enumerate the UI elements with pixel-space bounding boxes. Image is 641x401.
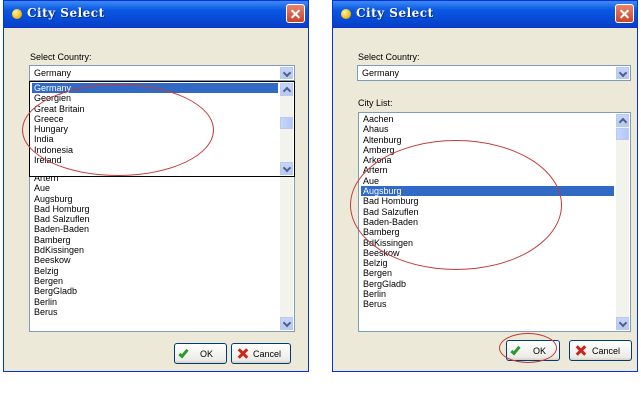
scroll-thumb[interactable]	[616, 128, 629, 140]
chevron-down-icon[interactable]	[280, 317, 293, 330]
list-item[interactable]: Altenburg	[361, 135, 614, 145]
list-item[interactable]: Augsburg	[361, 186, 614, 197]
list-item[interactable]: Bamberg	[32, 235, 278, 245]
close-icon[interactable]	[286, 4, 305, 23]
app-dot-icon	[12, 9, 22, 19]
list-item[interactable]: Augsburg	[32, 194, 278, 204]
check-icon	[510, 344, 521, 356]
country-combobox[interactable]: Germany	[29, 65, 295, 81]
list-item[interactable]: Bad Salzuflen	[361, 207, 614, 217]
check-icon	[178, 347, 189, 359]
cancel-button[interactable]: Cancel	[231, 343, 291, 364]
list-item[interactable]: Berus	[361, 299, 614, 309]
city-list-items: Artern Aue Augsburg Bad Homburg Bad Salzufle…	[32, 173, 278, 317]
ok-button[interactable]: OK	[174, 343, 227, 364]
list-item[interactable]: Bamberg	[361, 227, 614, 237]
cancel-x-icon	[575, 344, 587, 357]
chevron-down-icon[interactable]	[280, 162, 293, 175]
country-label: Select Country:	[30, 52, 92, 62]
list-item[interactable]: BergGladb	[32, 286, 278, 296]
city-list[interactable]: Aachen Ahaus Altenburg Amberg Arkona Artern Au…	[358, 112, 631, 332]
city-list-items: Aachen Ahaus Altenburg Amberg Arkona Artern Au…	[361, 114, 614, 310]
list-item[interactable]: Bergen	[361, 268, 614, 278]
city-list-label: City List:	[358, 98, 393, 108]
country-combobox[interactable]: Germany	[357, 65, 631, 81]
list-item[interactable]: Berus	[32, 307, 278, 317]
country-value: Germany	[34, 68, 72, 78]
cancel-label: Cancel	[253, 349, 282, 359]
chevron-up-icon[interactable]	[280, 83, 293, 96]
window-title: City Select	[356, 6, 434, 20]
list-item[interactable]: Aachen	[361, 114, 614, 124]
ok-label: OK	[200, 349, 214, 359]
list-item[interactable]: Greece	[32, 114, 278, 124]
list-item[interactable]: BdKissingen	[32, 245, 278, 255]
list-item[interactable]: Aue	[361, 176, 614, 186]
country-dropdown[interactable]: Germany Georgien Great Britain Greece Hungar…	[29, 81, 295, 177]
list-item[interactable]: Baden-Baden	[32, 224, 278, 234]
list-item[interactable]: Amberg	[361, 145, 614, 155]
ok-button[interactable]: OK	[506, 340, 560, 361]
country-options: Germany Georgien Great Britain Greece Hungar…	[32, 83, 278, 165]
list-item[interactable]: Bad Salzuflen	[32, 214, 278, 224]
chevron-down-icon[interactable]	[616, 317, 629, 330]
list-item[interactable]: Germany	[32, 83, 278, 94]
scroll-thumb[interactable]	[280, 117, 293, 129]
list-item[interactable]: Belzig	[32, 266, 278, 276]
window-title: City Select	[27, 6, 105, 20]
country-label: Select Country:	[358, 52, 420, 62]
country-value: Germany	[362, 68, 400, 78]
city-select-dialog-left: City Select Select Country: Germany Arte…	[3, 0, 309, 372]
list-item[interactable]: BdKissingen	[361, 238, 614, 248]
list-item[interactable]: Hungary	[32, 124, 278, 134]
list-item[interactable]: Belzig	[361, 258, 614, 268]
cancel-label: Cancel	[592, 346, 621, 356]
cancel-button[interactable]: Cancel	[569, 340, 632, 361]
list-item[interactable]: Arkona	[361, 155, 614, 165]
list-item[interactable]: Ireland	[32, 155, 278, 165]
list-item[interactable]: Georgien	[32, 93, 278, 103]
list-item[interactable]: Ahaus	[361, 124, 614, 134]
cancel-x-icon	[237, 347, 249, 360]
list-item[interactable]: Beeskow	[32, 255, 278, 265]
list-item[interactable]: Bad Homburg	[361, 196, 614, 206]
list-item[interactable]: Beeskow	[361, 248, 614, 258]
list-item[interactable]: Aue	[32, 183, 278, 193]
app-dot-icon	[341, 9, 351, 19]
title-bar[interactable]: City Select	[4, 1, 308, 28]
title-bar[interactable]: City Select	[333, 1, 637, 28]
list-item[interactable]: Berlin	[32, 297, 278, 307]
city-list-scrollbar[interactable]	[616, 114, 629, 330]
list-item[interactable]: India	[32, 134, 278, 144]
city-select-dialog-right: City Select Select Country: Germany City…	[332, 0, 638, 372]
chevron-down-icon[interactable]	[616, 67, 629, 79]
list-item[interactable]: Berlin	[361, 289, 614, 299]
list-item[interactable]: Artern	[361, 165, 614, 175]
close-icon[interactable]	[615, 4, 634, 23]
dropdown-scrollbar[interactable]	[280, 83, 293, 175]
list-item[interactable]: Bad Homburg	[32, 204, 278, 214]
list-item[interactable]: BergGladb	[361, 279, 614, 289]
list-item[interactable]: Bergen	[32, 276, 278, 286]
list-item[interactable]: Great Britain	[32, 104, 278, 114]
chevron-down-icon[interactable]	[280, 67, 293, 79]
list-item[interactable]: Baden-Baden	[361, 217, 614, 227]
chevron-up-icon[interactable]	[616, 114, 629, 127]
ok-label: OK	[533, 346, 547, 356]
list-item[interactable]: Indonesia	[32, 145, 278, 155]
